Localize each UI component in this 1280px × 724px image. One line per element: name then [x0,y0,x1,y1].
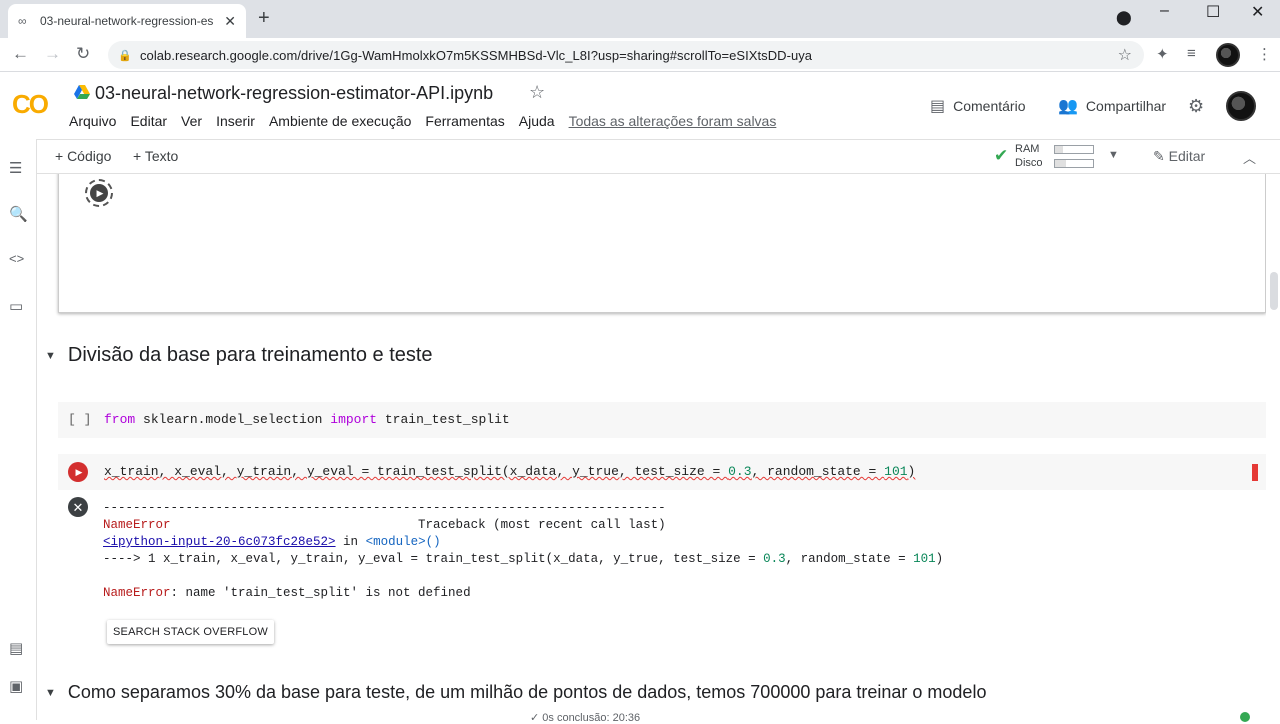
menu-file[interactable]: Arquivo [69,113,116,129]
files-folder-icon[interactable]: ▭ [9,297,23,315]
menu-view[interactable]: Ver [181,113,202,129]
previous-output-cell: ▶ [58,174,1266,313]
reload-icon[interactable]: ↻ [76,44,90,64]
connected-check-icon: ✔ [994,146,1009,165]
terminal-icon[interactable]: ▣ [9,677,23,695]
run-cell-icon[interactable]: ▶ [85,179,113,207]
drive-icon [74,85,90,99]
left-sidebar: ☰ 🔍 <> ▭ ▤ ▣ [0,139,37,720]
resources-dropdown-icon[interactable]: ▼ [1108,149,1119,161]
back-icon[interactable]: ← [12,44,29,64]
close-tab-icon[interactable]: ✕ [224,13,236,30]
extensions-icon[interactable]: ✦ [1156,45,1169,63]
menu-insert[interactable]: Inserir [216,113,255,129]
browser-tab[interactable]: ∞ 03-neural-network-regression-es ✕ [8,4,246,38]
menu-tools[interactable]: Ferramentas [425,113,504,129]
collapse-section-icon[interactable]: ▼ [45,687,56,699]
code-snippets-icon[interactable]: <> [9,251,24,266]
people-icon: 👥 [1058,98,1078,115]
maximize-icon[interactable]: ☐ [1206,2,1220,22]
comment-icon: ▤ [930,98,946,115]
ram-label: RAM [1015,143,1040,155]
code-cell-import[interactable]: [ ] from sklearn.model_selection import … [58,402,1266,438]
address-bar[interactable]: 🔒 colab.research.google.com/drive/1Gg-Wa… [108,41,1144,69]
code-cell-split[interactable]: ▶ x_train, x_eval, y_train, y_eval = tra… [58,454,1266,490]
share-button[interactable]: 👥 Compartilhar [1058,96,1166,116]
collapse-section-icon[interactable]: ▼ [45,350,56,362]
section-heading-next[interactable]: ▼ Como separamos 30% da base para teste,… [45,682,986,703]
menu-runtime[interactable]: Ambiente de execução [269,113,411,129]
lock-icon: 🔒 [118,49,132,62]
menu-edit[interactable]: Editar [130,113,167,129]
account-avatar[interactable] [1226,91,1256,121]
new-tab-icon[interactable]: + [258,8,270,28]
colab-logo[interactable]: CO [12,89,49,120]
execution-status: ✓ 0s conclusão: 20:36 [530,712,641,724]
add-code-button[interactable]: + Código [55,148,111,164]
disk-label: Disco [1015,157,1043,169]
forward-icon[interactable]: → [44,44,61,64]
add-text-button[interactable]: + Texto [133,148,178,164]
error-marker [1252,464,1258,481]
star-notebook-icon[interactable]: ☆ [529,82,545,103]
menu-help[interactable]: Ajuda [519,113,555,129]
colab-header: CO 03-neural-network-regression-estimato… [0,73,1280,139]
saved-status[interactable]: Todas as alterações foram salvas [569,113,777,129]
cell-prompt[interactable]: [ ] [68,412,91,427]
profile-menu-icon[interactable]: ⬤ [1116,9,1132,26]
clear-output-icon[interactable]: ✕ [68,497,88,517]
resource-monitor[interactable]: RAM Disco [1015,142,1043,170]
ram-meter [1054,145,1094,154]
scrollbar-thumb[interactable] [1270,272,1278,310]
tab-title: 03-neural-network-regression-es [40,14,214,28]
colab-favicon-icon: ∞ [18,14,27,28]
browser-tab-bar: ∞ 03-neural-network-regression-es ✕ + ⬤ … [0,0,1280,38]
notebook-content: ▶ ▼ Divisão da base para treinamento e t… [37,174,1266,720]
command-palette-icon[interactable]: ▤ [9,639,23,657]
browser-toolbar: ← → ↻ 🔒 colab.research.google.com/drive/… [0,38,1280,72]
browser-menu-icon[interactable]: ⋮ [1257,45,1272,63]
status-ok-icon [1240,712,1250,722]
menu-bar: Arquivo Editar Ver Inserir Ambiente de e… [69,113,776,129]
pencil-icon: ✎ [1153,148,1165,164]
notebook-title[interactable]: 03-neural-network-regression-estimator-A… [95,83,493,104]
search-icon[interactable]: 🔍 [9,205,28,223]
cell-code[interactable]: from sklearn.model_selection import trai… [104,412,510,427]
collapse-header-icon[interactable]: ︿ [1243,148,1256,167]
notebook-toolbar: + Código + Texto ✔ RAM Disco ▼ ✎ Editar … [37,139,1280,174]
media-queue-icon[interactable]: ≡ [1187,45,1196,62]
url-text: colab.research.google.com/drive/1Gg-WamH… [140,47,813,63]
run-cell-error-icon[interactable]: ▶ [68,462,88,482]
bookmark-star-icon[interactable]: ☆ [1118,45,1132,65]
error-output: ----------------------------------------… [103,501,944,600]
section-heading-split[interactable]: ▼ Divisão da base para treinamento e tes… [45,344,433,367]
minimize-icon[interactable]: – [1160,2,1169,20]
disk-meter [1054,159,1094,168]
cell-code[interactable]: x_train, x_eval, y_train, y_eval = train… [104,464,915,479]
edit-button[interactable]: ✎ Editar [1153,148,1205,165]
search-stack-overflow-button[interactable]: SEARCH STACK OVERFLOW [107,620,274,644]
traceback-input-link[interactable]: <ipython-input-20-6c073fc28e52> [103,535,336,549]
settings-gear-icon[interactable]: ⚙ [1188,96,1204,117]
close-window-icon[interactable]: ✕ [1251,2,1264,22]
table-of-contents-icon[interactable]: ☰ [9,159,22,177]
profile-avatar[interactable] [1216,43,1240,67]
comment-button[interactable]: ▤ Comentário [930,96,1026,116]
